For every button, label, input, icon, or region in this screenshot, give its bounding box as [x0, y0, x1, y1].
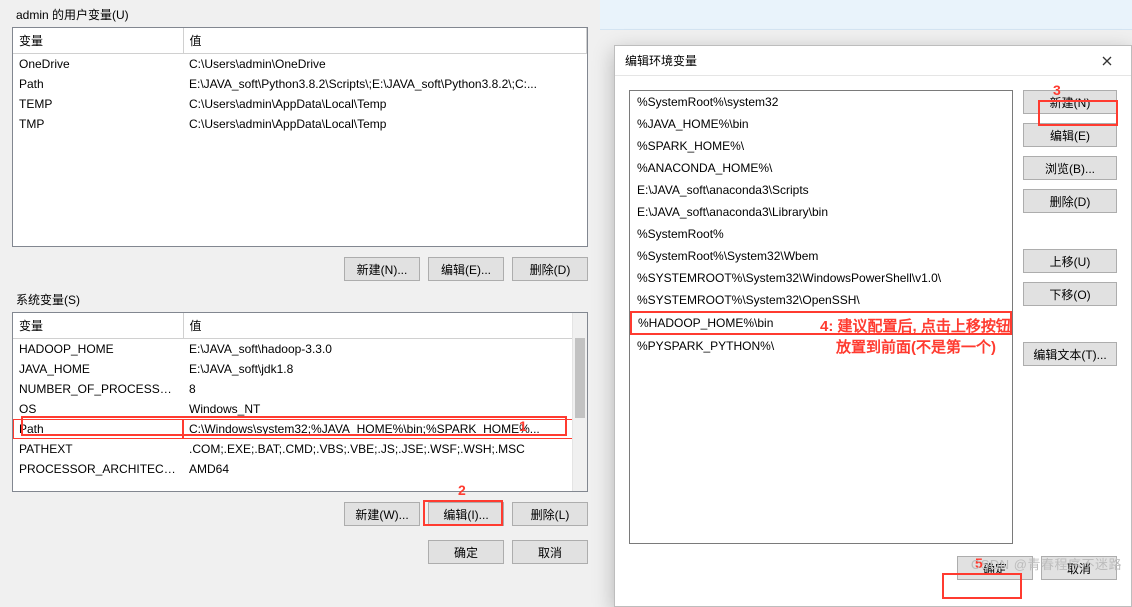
- list-item[interactable]: %SYSTEMROOT%\System32\OpenSSH\: [630, 289, 1012, 311]
- table-row[interactable]: NUMBER_OF_PROCESSORS8: [13, 379, 587, 399]
- list-item[interactable]: %ANACONDA_HOME%\: [630, 157, 1012, 179]
- list-item[interactable]: %SystemRoot%: [630, 223, 1012, 245]
- cell-var: NUMBER_OF_PROCESSORS: [13, 379, 183, 399]
- cell-var: HADOOP_HOME: [13, 339, 183, 360]
- cell-var: JAVA_HOME: [13, 359, 183, 379]
- table-row[interactable]: JAVA_HOMEE:\JAVA_soft\jdk1.8: [13, 359, 587, 379]
- cell-var: PATHEXT: [13, 439, 183, 459]
- table-row[interactable]: OneDriveC:\Users\admin\OneDrive: [13, 54, 587, 75]
- edit-button[interactable]: 编辑(E): [1023, 123, 1117, 147]
- user-vars-label: admin 的用户变量(U): [12, 4, 588, 27]
- table-row[interactable]: HADOOP_HOMEE:\JAVA_soft\hadoop-3.3.0: [13, 339, 587, 360]
- dialog-title: 编辑环境变量: [625, 52, 697, 69]
- col-var[interactable]: 变量: [13, 28, 183, 54]
- cell-val: C:\Users\admin\AppData\Local\Temp: [183, 114, 587, 134]
- sys-del-button[interactable]: 删除(L): [512, 502, 588, 526]
- cell-val: .COM;.EXE;.BAT;.CMD;.VBS;.VBE;.JS;.JSE;.…: [183, 439, 587, 459]
- sys-edit-button[interactable]: 编辑(I)...: [428, 502, 504, 526]
- list-item[interactable]: %PYSPARK_PYTHON%\: [630, 335, 1012, 357]
- cell-val: 8: [183, 379, 587, 399]
- cell-var: TEMP: [13, 94, 183, 114]
- cell-val: C:\Windows\system32;%JAVA_HOME%\bin;%SPA…: [183, 419, 587, 439]
- table-row[interactable]: OSWindows_NT: [13, 399, 587, 419]
- cell-val: E:\JAVA_soft\jdk1.8: [183, 359, 587, 379]
- sys-new-button[interactable]: 新建(W)...: [344, 502, 420, 526]
- user-vars-group: admin 的用户变量(U) 变量 值 OneDriveC:\Users\adm…: [12, 4, 588, 285]
- new-button[interactable]: 新建(N): [1023, 90, 1117, 114]
- browse-button[interactable]: 浏览(B)...: [1023, 156, 1117, 180]
- col-var-s[interactable]: 变量: [13, 313, 183, 339]
- user-edit-button[interactable]: 编辑(E)...: [428, 257, 504, 281]
- list-item[interactable]: %JAVA_HOME%\bin: [630, 113, 1012, 135]
- cell-val: C:\Users\admin\OneDrive: [183, 54, 587, 75]
- delete-button[interactable]: 删除(D): [1023, 189, 1117, 213]
- move-down-button[interactable]: 下移(O): [1023, 282, 1117, 306]
- env-vars-dialog: admin 的用户变量(U) 变量 值 OneDriveC:\Users\adm…: [0, 0, 600, 607]
- cell-var: Path: [13, 419, 183, 439]
- cancel-button[interactable]: 取消: [1041, 556, 1117, 580]
- close-icon[interactable]: [1085, 47, 1129, 75]
- table-row[interactable]: PathC:\Windows\system32;%JAVA_HOME%\bin;…: [13, 419, 587, 439]
- table-row[interactable]: PROCESSOR_ARCHITECT...AMD64: [13, 459, 587, 479]
- system-vars-label: 系统变量(S): [12, 289, 588, 312]
- list-item[interactable]: E:\JAVA_soft\anaconda3\Scripts: [630, 179, 1012, 201]
- envvars-ok-button[interactable]: 确定: [428, 540, 504, 564]
- system-vars-group: 系统变量(S) 变量 值 HADOOP_HOMEE:\JAVA_soft\had…: [12, 289, 588, 530]
- col-val[interactable]: 值: [183, 28, 587, 54]
- table-row[interactable]: TMPC:\Users\admin\AppData\Local\Temp: [13, 114, 587, 134]
- cell-val: E:\JAVA_soft\hadoop-3.3.0: [183, 339, 587, 360]
- bg-explorer-strip: 2021/10/11 0:09 文件夹: [600, 0, 1132, 30]
- cell-var: Path: [13, 74, 183, 94]
- move-up-button[interactable]: 上移(U): [1023, 249, 1117, 273]
- path-entries-list[interactable]: %SystemRoot%\system32%JAVA_HOME%\bin%SPA…: [629, 90, 1013, 544]
- system-vars-list[interactable]: 变量 值 HADOOP_HOMEE:\JAVA_soft\hadoop-3.3.…: [12, 312, 588, 492]
- cell-var: TMP: [13, 114, 183, 134]
- list-item[interactable]: E:\JAVA_soft\anaconda3\Library\bin: [630, 201, 1012, 223]
- ok-button[interactable]: 确定: [957, 556, 1033, 580]
- cell-var: PROCESSOR_ARCHITECT...: [13, 459, 183, 479]
- list-item[interactable]: %HADOOP_HOME%\bin: [630, 311, 1012, 335]
- cell-val: E:\JAVA_soft\Python3.8.2\Scripts\;E:\JAV…: [183, 74, 587, 94]
- user-del-button[interactable]: 删除(D): [512, 257, 588, 281]
- table-row[interactable]: PathE:\JAVA_soft\Python3.8.2\Scripts\;E:…: [13, 74, 587, 94]
- list-item[interactable]: %SystemRoot%\System32\Wbem: [630, 245, 1012, 267]
- edit-env-var-dialog: 编辑环境变量 %SystemRoot%\system32%JAVA_HOME%\…: [614, 45, 1132, 607]
- col-val-s[interactable]: 值: [183, 313, 587, 339]
- envvars-cancel-button[interactable]: 取消: [512, 540, 588, 564]
- cell-val: C:\Users\admin\AppData\Local\Temp: [183, 94, 587, 114]
- sys-scrollbar[interactable]: [572, 313, 587, 491]
- cell-val: Windows_NT: [183, 399, 587, 419]
- user-new-button[interactable]: 新建(N)...: [344, 257, 420, 281]
- user-vars-list[interactable]: 变量 值 OneDriveC:\Users\admin\OneDrivePath…: [12, 27, 588, 247]
- list-item[interactable]: %SPARK_HOME%\: [630, 135, 1012, 157]
- table-row[interactable]: PATHEXT.COM;.EXE;.BAT;.CMD;.VBS;.VBE;.JS…: [13, 439, 587, 459]
- list-item[interactable]: %SystemRoot%\system32: [630, 91, 1012, 113]
- edit-text-button[interactable]: 编辑文本(T)...: [1023, 342, 1117, 366]
- table-row[interactable]: TEMPC:\Users\admin\AppData\Local\Temp: [13, 94, 587, 114]
- cell-var: OneDrive: [13, 54, 183, 75]
- cell-var: OS: [13, 399, 183, 419]
- list-item[interactable]: %SYSTEMROOT%\System32\WindowsPowerShell\…: [630, 267, 1012, 289]
- cell-val: AMD64: [183, 459, 587, 479]
- titlebar[interactable]: 编辑环境变量: [615, 46, 1131, 76]
